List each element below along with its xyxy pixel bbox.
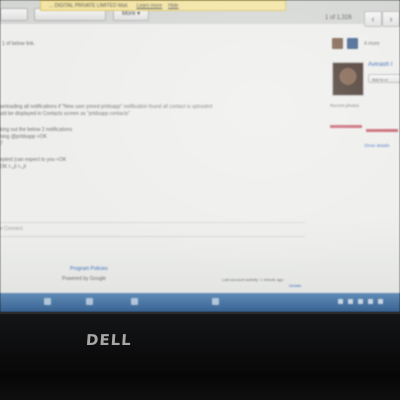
photo-bar [330, 125, 362, 128]
monitor-screen: More ▾ ... DIGITAL PRIVATE LIMITED Mail.… [0, 0, 400, 312]
divider [0, 236, 305, 237]
dell-logo: DELL [85, 331, 133, 349]
taskbar-icon[interactable] [212, 298, 219, 305]
message-line: uld be displayed in Contacts screen as "… [0, 111, 131, 117]
taskbar-icon[interactable] [44, 298, 51, 305]
notice-banner: ... DIGITAL PRIVATE LIMITED Mail. Learn m… [40, 0, 286, 11]
show-details-link[interactable]: Show details [364, 143, 390, 148]
message-line: OK ال-ا ال-ا [0, 164, 27, 170]
last-activity: Last account activity: 1 minute ago [222, 277, 284, 282]
learn-more-link[interactable]: Learn more [137, 3, 163, 9]
keyboard-edge [0, 374, 400, 400]
message-header: 1 of below link. [2, 41, 36, 47]
hide-link[interactable]: Hide [168, 3, 178, 9]
next-button[interactable]: › [382, 11, 400, 27]
toolbar-button[interactable] [0, 8, 28, 21]
pager-count: 1 of 1,326 [325, 15, 352, 21]
chevron-right-icon: › [389, 14, 393, 24]
taskbar-icon[interactable] [86, 298, 93, 305]
photo-bar [366, 129, 398, 132]
details-link[interactable]: Details [289, 283, 301, 288]
program-policies-link[interactable]: Program Policies [70, 266, 108, 272]
tray-icon[interactable] [338, 299, 343, 304]
powered-by: Powered by Google [62, 276, 106, 282]
message-line: ning @prtdsapp <OK [0, 134, 47, 140]
taskbar-icon[interactable] [131, 298, 138, 305]
people-count[interactable]: 4 more [364, 41, 380, 47]
divider [0, 222, 305, 223]
avatar[interactable] [347, 38, 358, 49]
prev-button[interactable]: ‹ [364, 11, 382, 27]
contact-name[interactable]: Avinash I [368, 62, 393, 68]
message-line: king out the below 2 notifications [0, 127, 73, 133]
message-line: wnloading all notifications if "New user… [0, 104, 213, 110]
compose-hint[interactable]: e Connect [0, 226, 23, 232]
tray-icon[interactable] [348, 299, 353, 304]
chevron-left-icon: ‹ [371, 14, 375, 24]
taskbar [0, 293, 400, 312]
recent-photos-label: Recent photos [330, 103, 360, 108]
right-sidebar: 4 more Avinash I Add to ci Recent photos… [328, 32, 400, 192]
message-line: epted (can expect to you <OK [0, 157, 67, 163]
tray-icon[interactable] [368, 299, 373, 304]
notice-text: ... DIGITAL PRIVATE LIMITED Mail. [49, 3, 129, 9]
avatar[interactable] [332, 62, 364, 96]
tray-icon[interactable] [378, 299, 383, 304]
add-to-circles-button[interactable]: Add to ci [368, 74, 400, 83]
message-line: 7 [0, 141, 3, 147]
avatar[interactable] [332, 38, 343, 49]
tray-icon[interactable] [358, 299, 363, 304]
bezel-edge [0, 312, 400, 314]
